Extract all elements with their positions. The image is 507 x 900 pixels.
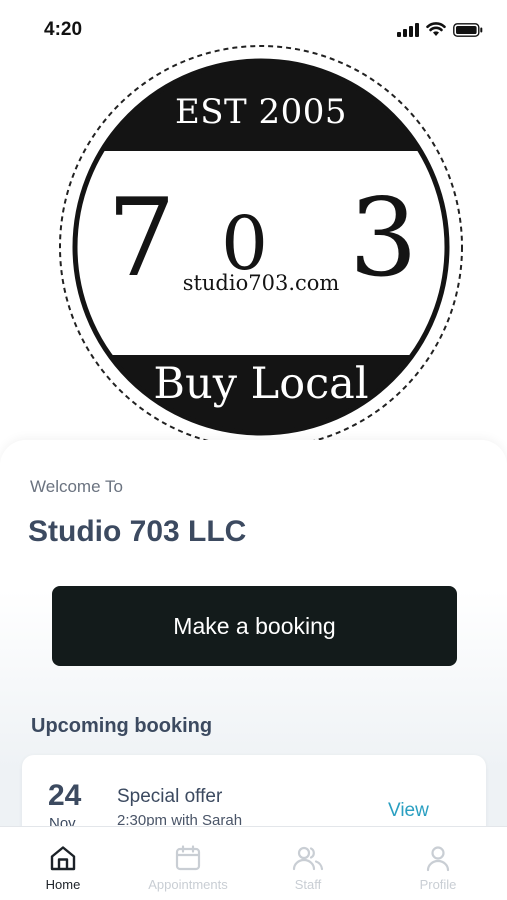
tab-home-label: Home bbox=[45, 877, 81, 892]
booking-day: 24 bbox=[48, 779, 82, 812]
tab-appointments-label: Appointments bbox=[148, 877, 228, 892]
users-icon bbox=[291, 827, 325, 872]
calendar-icon bbox=[174, 827, 202, 872]
tab-profile[interactable]: Profile bbox=[408, 827, 468, 900]
booking-title: Special offer bbox=[117, 786, 223, 807]
studio-logo: EST 2005 7 0 3 studio703.com Buy Local bbox=[57, 43, 465, 451]
business-name: Studio 703 LLC bbox=[28, 515, 247, 548]
welcome-label: Welcome To bbox=[30, 477, 123, 496]
tab-bar: Home Appointments Staff Profile bbox=[0, 826, 507, 900]
logo-url-text: studio703.com bbox=[182, 271, 340, 295]
make-booking-button[interactable]: Make a booking bbox=[52, 586, 457, 666]
wifi-icon bbox=[426, 22, 446, 37]
signal-icon bbox=[397, 22, 419, 37]
status-time: 4:20 bbox=[44, 19, 83, 40]
tab-staff[interactable]: Staff bbox=[278, 827, 338, 900]
logo-est-text: EST 2005 bbox=[174, 92, 348, 132]
tab-staff-label: Staff bbox=[294, 877, 322, 892]
logo-digit-0: 0 bbox=[221, 201, 269, 287]
tab-appointments[interactable]: Appointments bbox=[130, 827, 246, 900]
tab-profile-label: Profile bbox=[419, 877, 457, 892]
person-icon bbox=[424, 827, 452, 872]
battery-icon bbox=[453, 22, 483, 37]
logo-buy-local-text: Buy Local bbox=[153, 359, 369, 409]
status-icons bbox=[397, 22, 483, 37]
tab-home[interactable]: Home bbox=[33, 827, 93, 900]
upcoming-booking-title: Upcoming booking bbox=[31, 715, 213, 737]
home-icon bbox=[49, 827, 77, 872]
view-booking-link[interactable]: View bbox=[388, 800, 429, 822]
